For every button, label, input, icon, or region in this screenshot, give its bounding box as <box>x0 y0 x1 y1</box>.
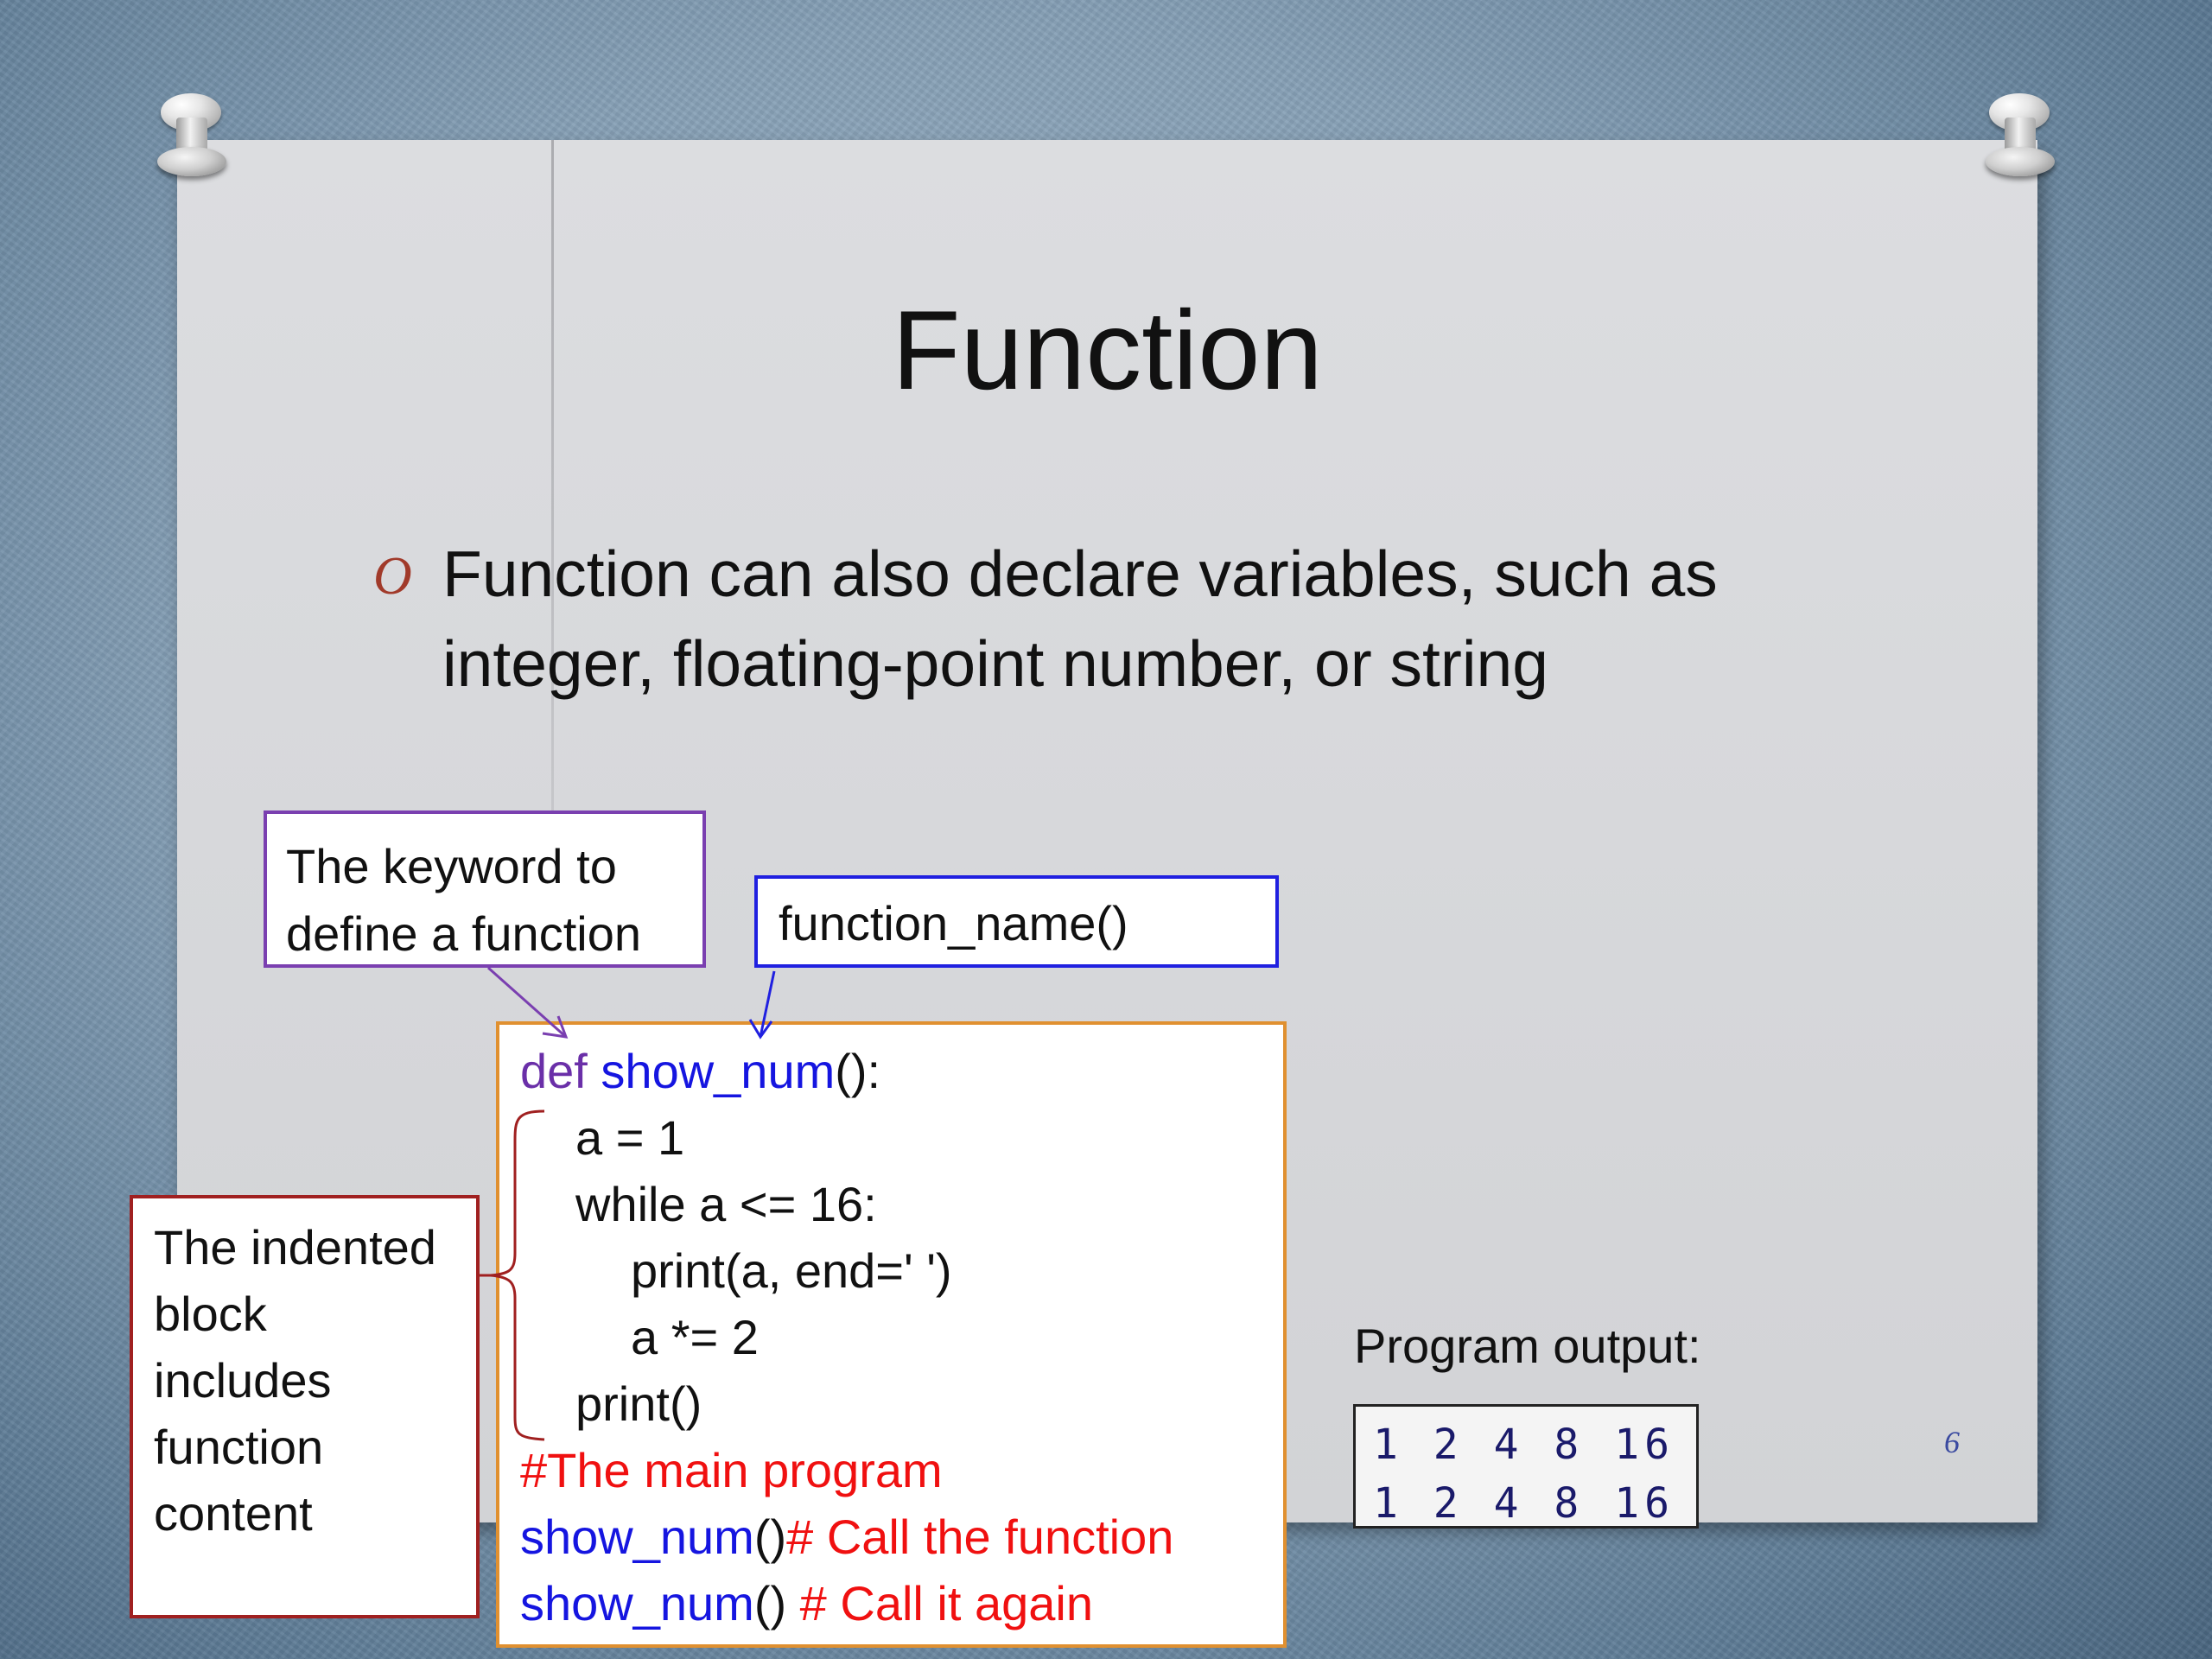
indent-brace-icon <box>480 1109 545 1441</box>
keyword-arrow-icon <box>487 966 569 1039</box>
function-name-arrow-icon <box>748 970 776 1039</box>
annotation-arrows <box>480 966 776 1441</box>
